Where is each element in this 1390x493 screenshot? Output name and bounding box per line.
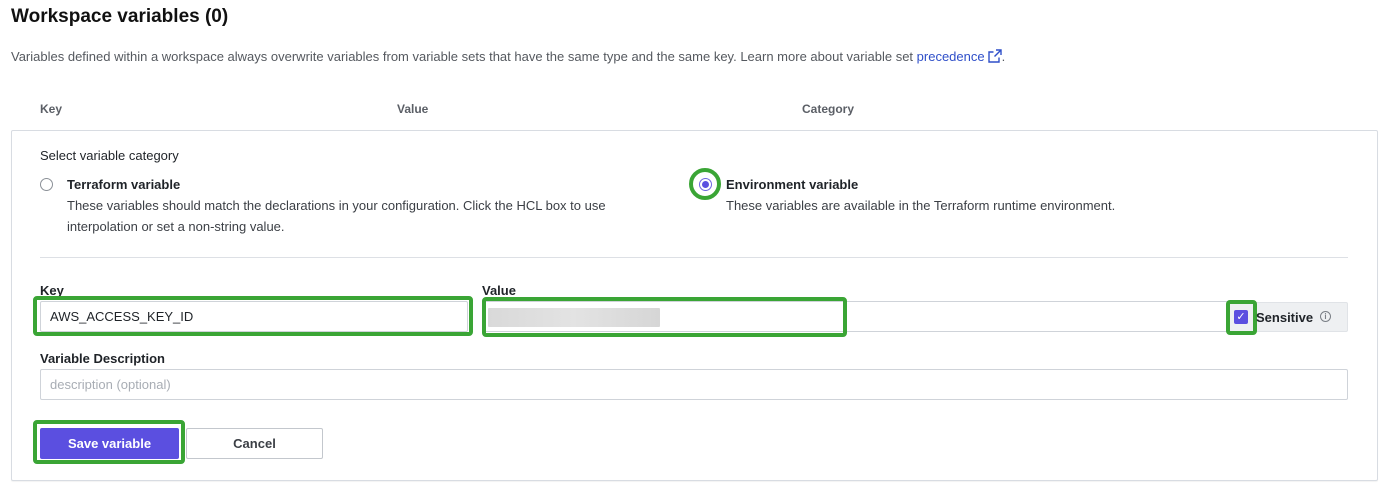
page-title: Workspace variables (0): [11, 6, 229, 27]
highlight-key-input: [33, 296, 473, 336]
sensitive-label: Sensitive: [1256, 310, 1314, 325]
environment-variable-description: These variables are available in the Ter…: [726, 198, 1116, 213]
highlight-value-input: [482, 297, 847, 337]
cancel-button[interactable]: Cancel: [186, 428, 323, 459]
info-icon[interactable]: i: [1320, 311, 1331, 322]
terraform-description-line-1: These variables should match the declara…: [67, 198, 606, 213]
external-link-icon: [987, 49, 1002, 63]
environment-variable-label[interactable]: Environment variable: [726, 177, 858, 192]
terraform-variable-description: These variables should match the declara…: [67, 195, 606, 237]
intro-end: .: [1001, 49, 1006, 64]
terraform-variable-label[interactable]: Terraform variable: [67, 177, 180, 192]
variable-description-label: Variable Description: [40, 351, 165, 366]
precedence-link-label: precedence: [916, 49, 985, 64]
intro-body: Variables defined within a workspace alw…: [11, 49, 917, 64]
terraform-description-line-2: interpolation or set a non-string value.: [67, 219, 285, 234]
divider: [40, 257, 1348, 258]
intro-text: Variables defined within a workspace alw…: [11, 49, 1005, 64]
highlight-sensitive-checkbox: [1226, 300, 1257, 335]
terraform-variable-radio[interactable]: [40, 178, 53, 191]
value-label: Value: [482, 283, 516, 298]
variable-description-input[interactable]: description (optional): [40, 369, 1348, 400]
highlight-save-button: [33, 420, 185, 464]
environment-variable-radio[interactable]: [699, 178, 712, 191]
precedence-link[interactable]: precedence: [917, 49, 1002, 64]
column-header-category: Category: [802, 102, 855, 116]
category-section-title: Select variable category: [40, 148, 179, 163]
column-header-value: Value: [397, 102, 429, 116]
column-header-key: Key: [40, 102, 63, 116]
